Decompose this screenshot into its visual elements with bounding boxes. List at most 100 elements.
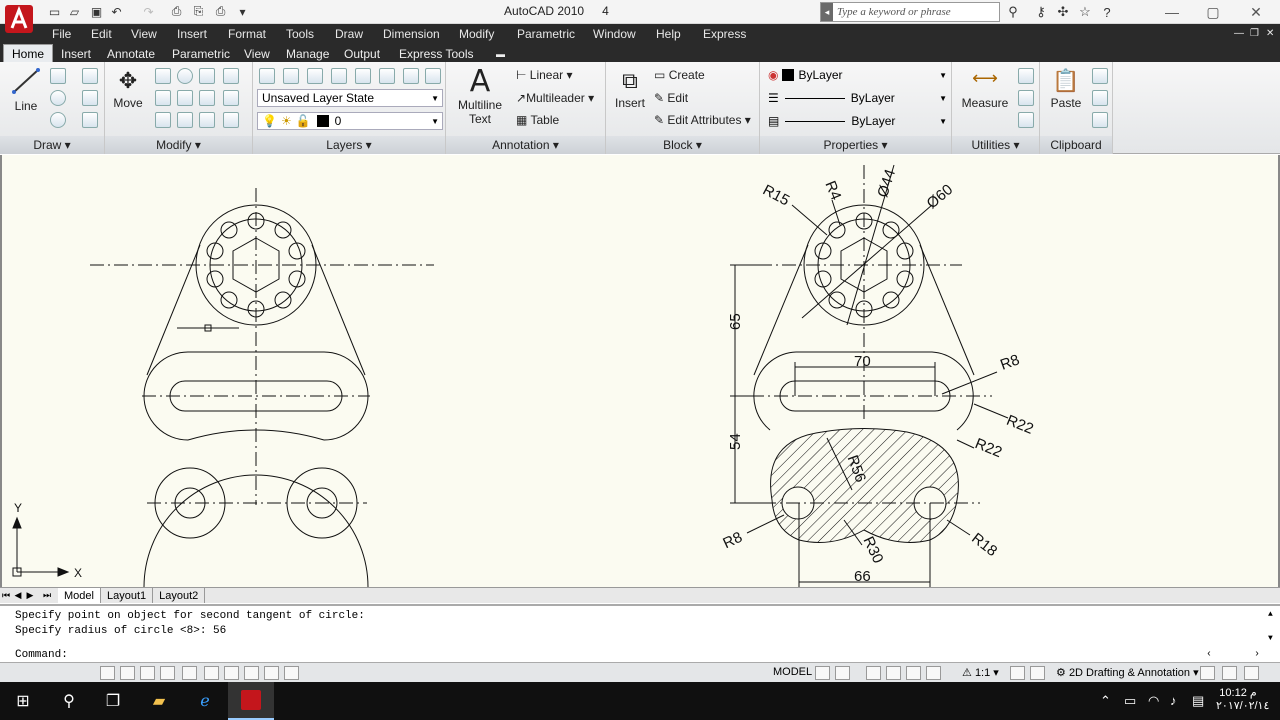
layer-dropdown[interactable]: 💡 ☀ 🔓 0 ▼ [257,112,443,130]
help-icon[interactable]: ? [1098,3,1116,21]
qa-dropdown-icon[interactable]: ▾ [234,3,251,20]
maximize-icon[interactable]: ▢ [1193,2,1233,22]
layer-properties-icon[interactable] [259,68,275,84]
layer-match-icon[interactable] [307,68,323,84]
otrack-icon[interactable] [204,666,219,680]
create-block-button[interactable]: ▭ Create [654,68,705,82]
erase-icon[interactable] [155,112,171,128]
menu-edit[interactable]: Edit [91,27,112,41]
command-window[interactable]: Specify point on object for second tange… [0,604,1280,662]
menu-modify[interactable]: Modify [459,27,494,41]
windows-start-icon[interactable]: ⊞ [0,682,46,720]
copy-clip-icon[interactable] [1092,90,1108,106]
application-menu-button[interactable] [2,2,36,36]
qp-icon[interactable] [284,666,299,680]
viewports-icon[interactable] [835,666,850,680]
tab-insert[interactable]: Insert [53,44,99,63]
snap-icon[interactable] [100,666,115,680]
plot-icon[interactable]: ⎘ [190,3,207,20]
layout-icon[interactable] [815,666,830,680]
layer-state-icon[interactable] [283,68,299,84]
insert-block-button[interactable]: ⧉ Insert [612,68,648,110]
trim-icon[interactable] [199,68,215,84]
show-hidden-icons-icon[interactable]: ⌃ [1100,693,1111,709]
linear-button[interactable]: ⊢ Linear ▾ [516,68,573,82]
workspace-switch[interactable]: ⚙ 2D Drafting & Annotation ▾ [1056,666,1199,679]
layer-isolate-icon[interactable] [355,68,371,84]
clock[interactable]: 10:12 م ٢٠١٧/٠٢/١٤ [1216,686,1269,712]
tab-parametric[interactable]: Parametric [164,44,238,63]
lineweight-dropdown[interactable]: ▤ ByLayer ▼ [764,112,950,130]
open-icon[interactable]: ▱ [66,3,83,20]
drawing-svg[interactable]: Y X R15 R4 Ø44 Ø60 65 70 R8 R22 R22 54 R… [2,155,1278,588]
tab-layout2[interactable]: Layout2 [153,588,206,603]
tab-annotate[interactable]: Annotate [99,44,163,63]
clean-screen-icon[interactable] [1244,666,1259,680]
ellipse-icon[interactable] [50,112,66,128]
layer-previous-icon[interactable] [331,68,347,84]
move-button[interactable]: ✥ Move [110,68,146,110]
arc-icon[interactable] [82,68,98,84]
close-icon[interactable]: ✕ [1236,2,1276,22]
color-dropdown[interactable]: ◉ ByLayer ▼ [764,66,950,84]
print-icon[interactable]: ⎙ [168,3,185,20]
scroll-down-icon[interactable]: ▼ [1268,634,1273,643]
block-panel-title[interactable]: Block ▾ [606,136,759,154]
array-icon[interactable] [223,68,239,84]
layer-off-icon[interactable] [425,68,441,84]
scale-icon[interactable] [177,90,193,106]
mirror-icon[interactable] [199,90,215,106]
menu-dimension[interactable]: Dimension [383,27,440,41]
menu-window[interactable]: Window [593,27,636,41]
new-icon[interactable]: ▭ [46,3,63,20]
draw-panel-title[interactable]: Draw ▾ [0,136,104,154]
minimize-icon[interactable]: — [1152,2,1192,22]
paste-button[interactable]: 📋 Paste [1044,68,1088,110]
modify-panel-title[interactable]: Modify ▾ [105,136,252,154]
osnap-icon[interactable] [182,666,197,680]
doc-minimize-icon[interactable]: — [1234,28,1244,39]
file-explorer-icon[interactable]: ▰ [136,682,182,720]
select-all-icon[interactable] [1018,90,1034,106]
layer-unisolate-icon[interactable] [379,68,395,84]
drawing-canvas[interactable]: Y X R15 R4 Ø44 Ø60 65 70 R8 R22 R22 54 R… [0,155,1280,588]
table-button[interactable]: ▦ Table [516,113,559,127]
match-properties-icon[interactable] [1092,112,1108,128]
task-view-icon[interactable]: ❐ [90,682,136,720]
tab-layout1[interactable]: Layout1 [101,588,154,603]
layer-state-dropdown[interactable]: Unsaved Layer State ▼ [257,89,443,107]
battery-icon[interactable]: ▭ [1124,693,1136,709]
autoscale-icon[interactable] [1030,666,1045,680]
tools-icon[interactable]: ✣ [1054,3,1072,21]
line-button[interactable]: Line [8,66,44,113]
menu-tools[interactable]: Tools [286,27,314,41]
polar-icon[interactable] [160,666,175,680]
edit-block-button[interactable]: ✎ Edit [654,91,688,105]
tab-model[interactable]: Model [58,588,101,603]
menu-insert[interactable]: Insert [177,27,207,41]
next-tab-icon[interactable]: ▶ [24,590,36,601]
notifications-icon[interactable]: ▤ [1192,693,1204,709]
polyline-icon[interactable] [50,68,66,84]
search-arrow-icon[interactable]: ◂ [821,3,833,21]
binoculars-icon[interactable]: ⚲ [1004,3,1022,21]
first-tab-icon[interactable]: ⏮ [0,590,12,601]
menu-file[interactable]: File [52,27,71,41]
tab-express-tools[interactable]: Express Tools [391,44,481,63]
scroll-up-icon[interactable]: ▲ [1268,610,1273,619]
tab-view[interactable]: View [236,44,278,63]
measure-button[interactable]: ⟷ Measure [958,68,1012,110]
edge-icon[interactable]: ℯ [182,682,228,720]
layers-panel-title[interactable]: Layers ▾ [253,136,445,154]
menu-view[interactable]: View [131,27,157,41]
steering-wheel-icon[interactable] [906,666,921,680]
menu-parametric[interactable]: Parametric [517,27,575,41]
hatch-icon[interactable] [82,112,98,128]
fillet-icon[interactable] [223,90,239,106]
scroll-right-icon[interactable]: › [1254,649,1260,660]
properties-panel-title[interactable]: Properties ▾ [760,136,951,154]
publish-icon[interactable]: ⎙ [212,3,229,20]
copy-icon[interactable] [155,68,171,84]
clipboard-panel-title[interactable]: Clipboard [1040,136,1112,154]
stretch-icon[interactable] [155,90,171,106]
